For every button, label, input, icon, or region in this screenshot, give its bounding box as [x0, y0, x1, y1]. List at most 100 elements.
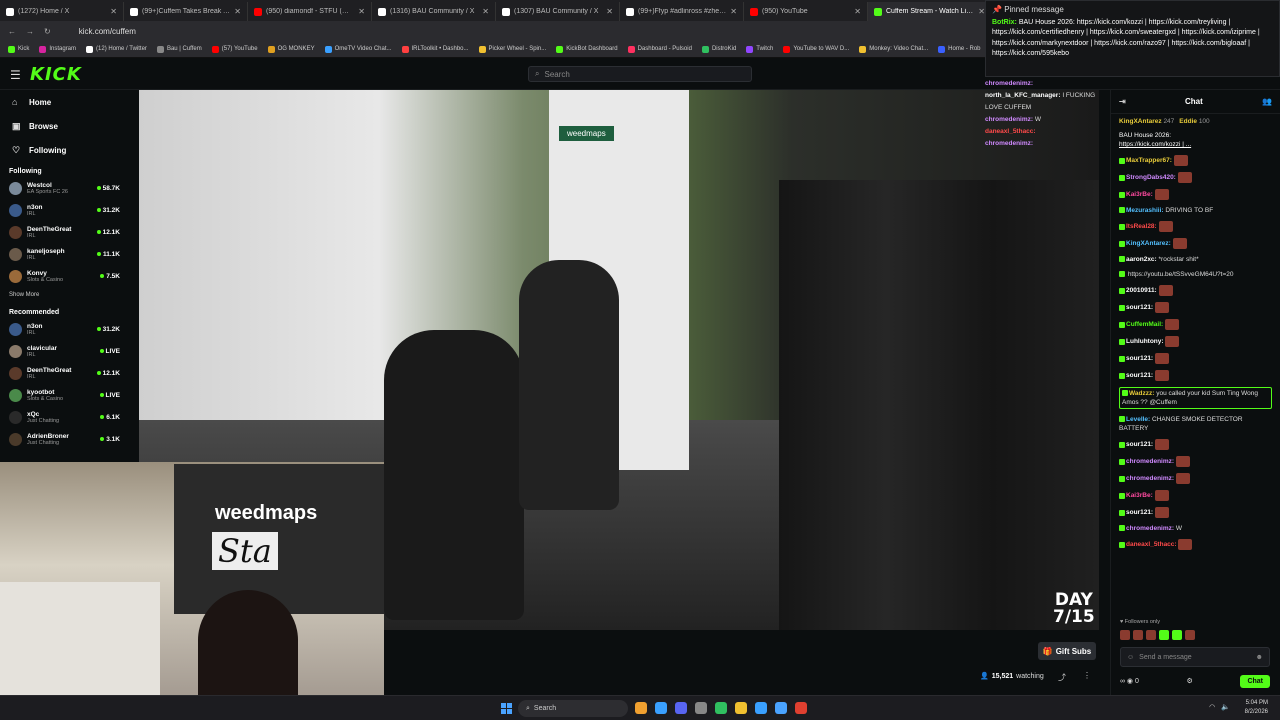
bookmark-item[interactable]: Dashboard - Pulsoid — [627, 45, 692, 53]
browser-tab[interactable]: (950) YouTube ✕ — [744, 2, 868, 21]
back-icon[interactable]: ← — [8, 27, 16, 36]
leader-item[interactable]: Eddie 100 — [1179, 118, 1209, 125]
close-icon[interactable]: ✕ — [854, 7, 861, 16]
emote-icon[interactable] — [1133, 630, 1143, 640]
points[interactable]: ∞ ◉ 0 — [1120, 677, 1139, 685]
close-icon[interactable]: ✕ — [358, 7, 365, 16]
taskbar-app-icon[interactable] — [675, 702, 687, 714]
nav-item-home[interactable]: ⌂ Home — [0, 90, 126, 114]
url-field[interactable]: kick.com/cuffem — [79, 27, 136, 36]
chat-username[interactable]: aaron2xc: — [1126, 256, 1157, 263]
bookmark-item[interactable]: OG MONKEY — [267, 45, 315, 53]
chat-username[interactable]: chromedenimz: — [1126, 458, 1174, 465]
channel-item[interactable]: Westcol EA Sports FC 26 58.7K — [0, 177, 126, 199]
users-icon[interactable]: 👥 — [1262, 97, 1272, 106]
close-icon[interactable]: ✕ — [234, 7, 241, 16]
show-more-link[interactable]: Show More — [0, 287, 126, 303]
bookmark-item[interactable]: YouTube to WAV D... — [783, 45, 849, 53]
chat-username[interactable]: Mezurashiii: — [1126, 207, 1164, 214]
gift-subs-button[interactable]: 🎁 Gift Subs — [1038, 642, 1096, 660]
chat-username[interactable]: MaxTrapper67: — [1126, 157, 1172, 164]
bookmark-item[interactable]: (12) Home / Twitter — [86, 45, 147, 53]
channel-item[interactable]: kyootbot Slots & Casino LIVE — [0, 384, 126, 406]
browser-tab[interactable]: (1272) Home / X ✕ — [0, 2, 124, 21]
taskbar-app-icon[interactable] — [775, 702, 787, 714]
bookmark-item[interactable]: OmeTV Video Chat... — [324, 45, 392, 53]
taskbar-search[interactable]: ⌕ Search — [518, 700, 628, 717]
browser-tab[interactable]: Cuffem Stream - Watch Live on ✕ — [868, 2, 992, 21]
channel-item[interactable]: n3on IRL 31.2K — [0, 318, 126, 340]
close-icon[interactable]: ✕ — [606, 7, 613, 16]
bookmark-item[interactable]: Bau | Cuffem — [156, 45, 202, 53]
smile-icon[interactable]: ☺ — [1127, 654, 1134, 661]
close-icon[interactable]: ✕ — [110, 7, 117, 16]
menu-icon[interactable]: ☰ — [10, 68, 21, 82]
chat-username[interactable]: sour121: — [1126, 304, 1153, 311]
chat-username[interactable]: chromedenimz: — [1126, 525, 1174, 532]
emote-icon[interactable] — [1159, 630, 1169, 640]
chat-send-button[interactable]: Chat — [1240, 674, 1270, 688]
collapse-chat-icon[interactable]: ⇥ — [1119, 97, 1126, 106]
taskbar-app-icon[interactable] — [735, 702, 747, 714]
close-icon[interactable]: ✕ — [730, 7, 737, 16]
bookmark-item[interactable]: DistroKid — [701, 45, 736, 53]
more-options-icon[interactable]: ⋮ — [1083, 671, 1091, 680]
pinned-mini-link[interactable]: https://kick.com/kozzi | ... — [1119, 140, 1272, 149]
close-icon[interactable]: ✕ — [482, 7, 489, 16]
reload-icon[interactable]: ↻ — [44, 27, 51, 36]
chat-username[interactable]: Wadzzz: — [1129, 390, 1154, 397]
chat-username[interactable]: daneaxl_5thacc: — [1126, 541, 1177, 548]
channel-item[interactable]: xQc Just Chatting 6.1K — [0, 406, 126, 428]
nav-item-following[interactable]: ♡ Following — [0, 138, 126, 162]
windows-start-icon[interactable] — [501, 703, 512, 714]
chat-username[interactable]: Levelle: — [1126, 416, 1150, 423]
system-tray[interactable]: ◠ 🔈 — [1209, 703, 1230, 711]
browser-tab[interactable]: (99+)Cuffem Takes Break Afte ✕ — [124, 2, 248, 21]
emote-bar[interactable] — [1120, 630, 1270, 642]
emote-icon[interactable] — [1172, 630, 1182, 640]
browser-tab[interactable]: (99+)Ffyp #adlinross #zherka ✕ — [620, 2, 744, 21]
chat-username[interactable]: Kai3rBe: — [1126, 191, 1153, 198]
taskbar-app-icon[interactable] — [635, 702, 647, 714]
taskbar-app-icon[interactable] — [755, 702, 767, 714]
close-icon[interactable]: ✕ — [978, 7, 985, 16]
leader-item[interactable]: KingXAntarez 247 — [1119, 118, 1174, 125]
browser-tab[interactable]: (950) diamondf - STFU (Officia ✕ — [248, 2, 372, 21]
browser-tab[interactable]: (1316) BAU Community / X ✕ — [372, 2, 496, 21]
pinned-mini[interactable]: BAU House 2026: https://kick.com/kozzi |… — [1119, 131, 1272, 149]
bookmark-item[interactable]: IRLToolkit • Dashbo... — [401, 45, 469, 53]
bookmark-item[interactable]: Picker Wheel - Spin... — [478, 45, 546, 53]
kick-logo[interactable]: KICK — [30, 64, 82, 85]
bookmark-item[interactable]: Instagram — [39, 45, 76, 53]
bookmark-item[interactable]: KickBot Dashboard — [556, 45, 618, 53]
chat-username[interactable]: sour121: — [1126, 509, 1153, 516]
taskbar-app-icon[interactable] — [715, 702, 727, 714]
chat-username[interactable]: CuffemMail: — [1126, 321, 1163, 328]
chat-username[interactable]: sour121: — [1126, 355, 1153, 362]
emote-icon[interactable] — [1185, 630, 1195, 640]
channel-item[interactable]: AdrienBroner Just Chatting 3.1K — [0, 428, 126, 450]
taskbar-app-icon[interactable] — [795, 702, 807, 714]
channel-item[interactable]: n3on IRL 31.2K — [0, 199, 126, 221]
wifi-icon[interactable]: ◠ — [1209, 703, 1215, 711]
chat-username[interactable]: ItsReal28: — [1126, 223, 1157, 230]
taskbar-app-icon[interactable] — [695, 702, 707, 714]
chat-username[interactable]: StrongDabs420: — [1126, 174, 1176, 181]
search-input[interactable]: ⌕ Search — [528, 66, 752, 82]
channel-item[interactable]: Konvy Slots & Casino 7.5K — [0, 265, 126, 287]
chat-username[interactable]: Luhluhtony: — [1126, 338, 1164, 345]
forward-icon[interactable]: → — [26, 27, 34, 36]
chat-username[interactable]: Kai3rBe: — [1126, 492, 1153, 499]
channel-item[interactable]: kaneljoseph IRL 11.1K — [0, 243, 126, 265]
chat-settings-icon[interactable]: ⚙ — [1187, 677, 1193, 685]
emote-icon[interactable] — [1120, 630, 1130, 640]
chat-username[interactable]: 20010911: — [1126, 287, 1157, 294]
channel-item[interactable]: clavicular IRL LIVE — [0, 340, 126, 362]
chat-username[interactable]: sour121: — [1126, 441, 1153, 448]
channel-item[interactable]: DeenTheGreat IRL 12.1K — [0, 362, 126, 384]
emoji-icon[interactable]: ☻ — [1256, 654, 1263, 661]
share-icon[interactable]: ⤴ — [1058, 672, 1066, 683]
chat-username[interactable]: KingXAntarez: — [1126, 240, 1171, 247]
bookmark-item[interactable]: Twitch — [746, 45, 773, 53]
bookmark-item[interactable]: Kick — [8, 45, 29, 53]
